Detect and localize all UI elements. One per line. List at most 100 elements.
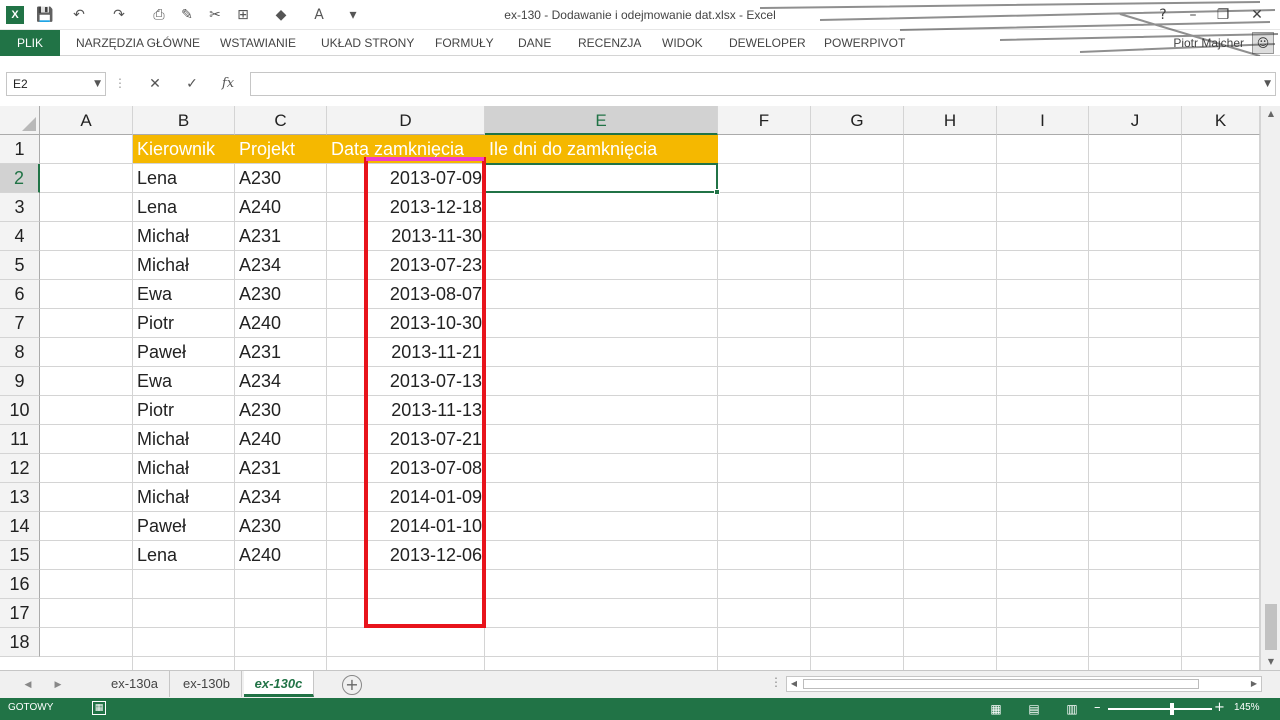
zoom-in-button[interactable]: + <box>1214 700 1225 715</box>
cell-projekt[interactable]: A240 <box>235 541 281 570</box>
sheet-tab-ex-130c[interactable]: ex-130c <box>244 671 314 697</box>
cell-kierownik[interactable]: Piotr <box>133 396 174 425</box>
page-break-view-icon[interactable]: ▥ <box>1064 701 1080 717</box>
row-header-12[interactable]: 12 <box>0 454 40 483</box>
column-header-e[interactable]: E <box>485 106 718 135</box>
row-header-11[interactable]: 11 <box>0 425 40 454</box>
cell-kierownik[interactable]: Paweł <box>133 338 186 367</box>
row-header-13[interactable]: 13 <box>0 483 40 512</box>
cell-kierownik[interactable]: Michał <box>133 425 189 454</box>
tab-widok[interactable]: WIDOK <box>662 30 703 56</box>
cell-projekt[interactable]: A230 <box>235 396 281 425</box>
cell-projekt[interactable]: A234 <box>235 251 281 280</box>
expand-formula-icon[interactable]: ▼ <box>1264 73 1271 95</box>
tab-formuły[interactable]: FORMUŁY <box>435 30 494 56</box>
user-avatar-icon[interactable]: ☺ <box>1252 32 1274 54</box>
cell-kierownik[interactable]: Lena <box>133 541 177 570</box>
table-header-cell[interactable]: Ile dni do zamknięcia <box>485 135 657 164</box>
sheet-tab-ex-130b[interactable]: ex-130b <box>172 671 242 697</box>
tabs-splitter-icon[interactable]: ⋮ <box>770 675 782 689</box>
row-header-4[interactable]: 4 <box>0 222 40 251</box>
scroll-up-icon[interactable]: ▲ <box>1261 106 1280 122</box>
prev-sheet-icon[interactable]: ◀ <box>20 677 36 693</box>
next-sheet-icon[interactable]: ▶ <box>50 677 66 693</box>
row-header-7[interactable]: 7 <box>0 309 40 338</box>
cell-projekt[interactable]: A234 <box>235 483 281 512</box>
minimize-button[interactable]: – <box>1180 4 1206 26</box>
row-header-8[interactable]: 8 <box>0 338 40 367</box>
tab-układ-strony[interactable]: UKŁAD STRONY <box>321 30 414 56</box>
column-header-a[interactable]: A <box>40 106 133 135</box>
fill-handle[interactable] <box>714 189 720 195</box>
cell-projekt[interactable]: A230 <box>235 512 281 541</box>
row-header-17[interactable]: 17 <box>0 599 40 628</box>
chevron-down-icon[interactable]: ▼ <box>94 73 101 95</box>
name-box[interactable]: E2 ▼ <box>6 72 106 96</box>
tab-powerpivot[interactable]: POWERPIVOT <box>824 30 905 56</box>
row-header-14[interactable]: 14 <box>0 512 40 541</box>
cell-kierownik[interactable]: Ewa <box>133 367 172 396</box>
row-header-16[interactable]: 16 <box>0 570 40 599</box>
scroll-right-icon[interactable]: ▶ <box>1247 677 1261 691</box>
tab-recenzja[interactable]: RECENZJA <box>578 30 641 56</box>
add-sheet-icon[interactable]: + <box>342 675 362 695</box>
row-header-6[interactable]: 6 <box>0 280 40 309</box>
horizontal-scrollbar[interactable]: ◀ ▶ <box>786 676 1262 692</box>
column-header-g[interactable]: G <box>811 106 904 135</box>
cell-projekt[interactable]: A240 <box>235 425 281 454</box>
row-header-10[interactable]: 10 <box>0 396 40 425</box>
row-header-2[interactable]: 2 <box>0 164 40 193</box>
table-header-cell[interactable]: Kierownik <box>133 135 215 164</box>
cell-kierownik[interactable]: Michał <box>133 222 189 251</box>
insert-function-icon[interactable]: fx <box>217 74 239 94</box>
cell-projekt[interactable]: A231 <box>235 222 281 251</box>
cell-kierownik[interactable]: Ewa <box>133 280 172 309</box>
active-cell[interactable] <box>484 163 718 193</box>
table-header-cell[interactable]: Projekt <box>235 135 295 164</box>
cell-kierownik[interactable]: Paweł <box>133 512 186 541</box>
tab-dane[interactable]: DANE <box>518 30 551 56</box>
column-header-f[interactable]: F <box>718 106 811 135</box>
zoom-slider[interactable] <box>1108 703 1212 715</box>
zoom-level[interactable]: 145% <box>1234 702 1260 713</box>
row-header-18[interactable]: 18 <box>0 628 40 657</box>
vertical-scroll-thumb[interactable] <box>1265 604 1277 650</box>
zoom-out-button[interactable]: – <box>1094 700 1101 715</box>
restore-button[interactable]: ❐ <box>1210 4 1236 26</box>
column-header-b[interactable]: B <box>133 106 235 135</box>
user-name[interactable]: Piotr Majcher <box>1173 30 1244 56</box>
cell-projekt[interactable]: A234 <box>235 367 281 396</box>
normal-view-icon[interactable]: ▦ <box>988 701 1004 717</box>
macro-recording-icon[interactable]: ▦ <box>92 701 106 715</box>
sheet-tab-ex-130a[interactable]: ex-130a <box>100 671 170 697</box>
cancel-icon[interactable]: ✕ <box>144 74 166 94</box>
page-layout-view-icon[interactable]: ▤ <box>1026 701 1042 717</box>
column-header-d[interactable]: D <box>327 106 485 135</box>
tab-deweloper[interactable]: DEWELOPER <box>729 30 806 56</box>
cell-projekt[interactable]: A231 <box>235 338 281 367</box>
select-all-button[interactable] <box>0 106 40 135</box>
cell-kierownik[interactable]: Michał <box>133 454 189 483</box>
scroll-down-icon[interactable]: ▼ <box>1261 654 1280 670</box>
row-header-5[interactable]: 5 <box>0 251 40 280</box>
cell-projekt[interactable]: A230 <box>235 280 281 309</box>
cell-kierownik[interactable]: Michał <box>133 483 189 512</box>
column-header-k[interactable]: K <box>1182 106 1260 135</box>
cell-kierownik[interactable]: Michał <box>133 251 189 280</box>
row-header-15[interactable]: 15 <box>0 541 40 570</box>
cell-kierownik[interactable]: Lena <box>133 164 177 193</box>
zoom-slider-thumb[interactable] <box>1170 703 1175 715</box>
row-header-9[interactable]: 9 <box>0 367 40 396</box>
cell-projekt[interactable]: A231 <box>235 454 281 483</box>
vertical-scrollbar[interactable]: ▲ ▼ <box>1260 106 1280 670</box>
horizontal-scroll-thumb[interactable] <box>803 679 1199 689</box>
column-header-c[interactable]: C <box>235 106 327 135</box>
cell-projekt[interactable]: A240 <box>235 309 281 338</box>
row-header-1[interactable]: 1 <box>0 135 40 164</box>
tab-narzędzia-główne[interactable]: NARZĘDZIA GŁÓWNE <box>76 30 200 56</box>
scroll-left-icon[interactable]: ◀ <box>787 677 801 691</box>
column-header-h[interactable]: H <box>904 106 997 135</box>
help-icon[interactable]: ? <box>1150 4 1176 26</box>
column-header-j[interactable]: J <box>1089 106 1182 135</box>
cell-kierownik[interactable]: Piotr <box>133 309 174 338</box>
